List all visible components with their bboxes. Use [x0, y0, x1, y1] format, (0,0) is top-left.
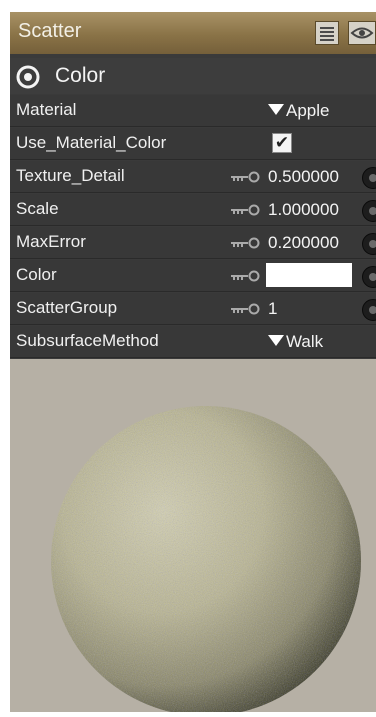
use-material-color-checkbox[interactable]: ✔: [272, 133, 292, 153]
dropdown-value: Walk: [286, 332, 324, 351]
target-icon: [16, 65, 40, 89]
property-label: Color: [16, 265, 57, 284]
property-row-subsurfacemethod: SubsurfaceMethod Walk: [10, 326, 376, 358]
property-row-use-material-color: Use_Material_Color ✔: [10, 128, 376, 160]
property-label: MaxError: [16, 232, 86, 251]
key-icon[interactable]: [230, 204, 262, 216]
panel-title-bar[interactable]: Scatter: [10, 12, 376, 54]
dropdown-arrow-icon: [268, 335, 284, 346]
dropdown-value: Apple: [286, 101, 330, 120]
property-label: Material: [16, 100, 77, 119]
section-title: Color: [55, 64, 106, 87]
property-label: Use_Material_Color: [16, 133, 167, 152]
key-icon[interactable]: [230, 237, 262, 249]
material-dropdown[interactable]: Apple: [268, 101, 329, 121]
dropdown-arrow-icon: [268, 104, 284, 115]
property-row-material: Material Apple: [10, 95, 376, 127]
connect-knob-icon[interactable]: [362, 200, 376, 222]
property-row-scattergroup: ScatterGroup 1: [10, 293, 376, 325]
property-row-color: Color: [10, 260, 376, 292]
color-swatch[interactable]: [266, 263, 352, 287]
property-row-scale: Scale 1.000000: [10, 194, 376, 226]
property-row-maxerror: MaxError 0.200000: [10, 227, 376, 259]
key-icon[interactable]: [230, 303, 262, 315]
property-label: ScatterGroup: [16, 298, 118, 317]
property-row-texture-detail: Texture_Detail 0.500000: [10, 161, 376, 193]
scatter-panel: Scatter Color Material Apple Use_Materia…: [10, 12, 376, 716]
checkmark-icon: ✔: [274, 133, 290, 153]
key-icon[interactable]: [230, 270, 262, 282]
connect-knob-icon[interactable]: [362, 167, 376, 189]
scale-field[interactable]: 1.000000: [268, 200, 339, 220]
property-label: Texture_Detail: [16, 166, 125, 185]
subsurfacemethod-dropdown[interactable]: Walk: [268, 332, 323, 352]
preview-sphere: [51, 406, 361, 716]
panel-title: Scatter: [18, 20, 82, 42]
connect-knob-icon[interactable]: [362, 299, 376, 321]
texture-detail-field[interactable]: 0.500000: [268, 167, 339, 187]
maxerror-field[interactable]: 0.200000: [268, 233, 339, 253]
section-header[interactable]: Color: [10, 58, 376, 94]
eye-icon: [350, 27, 374, 39]
eye-button[interactable]: [348, 21, 376, 45]
menu-button[interactable]: [315, 21, 339, 45]
scattergroup-field[interactable]: 1: [268, 299, 277, 319]
property-label: Scale: [16, 199, 59, 218]
connect-knob-icon[interactable]: [362, 233, 376, 255]
connect-knob-icon[interactable]: [362, 266, 376, 288]
property-label: SubsurfaceMethod: [16, 331, 159, 350]
material-preview: [10, 359, 376, 716]
key-icon[interactable]: [230, 171, 262, 183]
property-list: Material Apple Use_Material_Color ✔ Text…: [10, 95, 376, 359]
